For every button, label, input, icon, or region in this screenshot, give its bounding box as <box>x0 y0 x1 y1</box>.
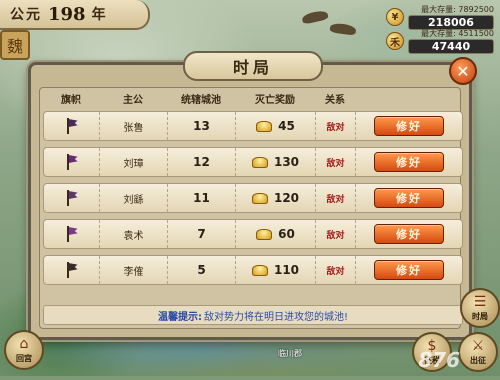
coin-resource: ¥ 最大存量: 7892500 218006 <box>386 4 494 30</box>
faction-seal-icon[interactable]: 魏 <box>0 30 30 60</box>
flag-icon <box>66 262 77 278</box>
watermark: 876 <box>418 348 460 372</box>
town-label: 临川郡 <box>278 349 302 358</box>
reward-value: 120 <box>273 191 300 205</box>
lord-name: 袁术 <box>123 230 144 242</box>
table-row: 刘璋 12 130 敌对 修好 <box>43 147 463 177</box>
situation-dialog: 时局 ✕ 旗帜 主公 统辖城池 灭亡奖励 关系 张鲁 13 45 敌对 修好 刘… <box>28 51 477 340</box>
reconcile-button[interactable]: 修好 <box>374 152 444 172</box>
palace-icon: ⌂ <box>19 335 29 352</box>
march-button[interactable]: ⚔ 出征 <box>458 332 498 372</box>
grain-icon: 禾 <box>386 32 404 50</box>
reward-value: 60 <box>278 227 295 241</box>
header-reward: 灭亡奖励 <box>255 95 295 106</box>
coin-capacity: 最大存量: 7892500 <box>421 5 494 14</box>
situation-button[interactable]: ☰ 时局 <box>460 288 500 328</box>
flag-icon <box>66 226 77 242</box>
gold-ingot-icon <box>256 120 273 132</box>
grain-value: 47440 <box>408 39 494 54</box>
table-row: 袁术 7 60 敌对 修好 <box>43 219 463 249</box>
city-count: 7 <box>197 227 206 241</box>
header-flag: 旗帜 <box>61 95 81 106</box>
reconcile-button[interactable]: 修好 <box>374 260 444 280</box>
tip-text: 敌对势力将在明日进攻您的城池! <box>203 311 348 323</box>
table-header: 旗帜 主公 统辖城池 灭亡奖励 关系 <box>43 91 463 107</box>
reward-value: 130 <box>273 155 300 169</box>
return-palace-label: 回宫 <box>16 353 32 363</box>
gold-ingot-icon <box>251 192 268 204</box>
situation-icon: ☰ <box>473 293 487 310</box>
table-row: 张鲁 13 45 敌对 修好 <box>43 111 463 141</box>
relation-status: 敌对 <box>326 230 345 241</box>
header-relation: 关系 <box>325 95 345 106</box>
city-count: 13 <box>193 119 210 133</box>
reconcile-button[interactable]: 修好 <box>374 116 444 136</box>
relation-status: 敌对 <box>326 266 345 277</box>
reward-value: 110 <box>273 263 300 277</box>
city-count: 11 <box>193 191 210 205</box>
coin-icon: ¥ <box>386 8 404 26</box>
era-prefix: 公元 <box>10 7 42 23</box>
header-cities: 统辖城池 <box>181 95 221 106</box>
lord-name: 李傕 <box>123 266 144 278</box>
flag-icon <box>66 154 77 170</box>
table-row: 刘繇 11 120 敌对 修好 <box>43 183 463 213</box>
city-count: 12 <box>193 155 210 169</box>
march-label: 出征 <box>470 355 486 365</box>
dialog-title-plate: 时局 <box>183 51 323 81</box>
reconcile-button[interactable]: 修好 <box>374 224 444 244</box>
lord-name: 张鲁 <box>123 122 144 134</box>
flag-icon <box>66 118 77 134</box>
flag-icon <box>66 190 77 206</box>
relation-status: 敌对 <box>326 122 345 133</box>
seal-glyph: 魏 <box>6 37 23 56</box>
lord-name: 刘繇 <box>123 194 144 206</box>
year-number: 198 <box>48 3 86 25</box>
grain-capacity: 最大存量: 4511500 <box>421 29 494 38</box>
relation-status: 敌对 <box>326 158 345 169</box>
situation-label: 时局 <box>472 311 488 321</box>
dialog-title: 时局 <box>232 58 273 77</box>
relation-status: 敌对 <box>326 194 345 205</box>
tip-bar: 温馨提示: 敌对势力将在明日进攻您的城池! <box>43 305 463 325</box>
return-palace-button[interactable]: ⌂ 回宫 <box>4 330 44 370</box>
close-button[interactable]: ✕ <box>449 57 477 85</box>
year-suffix: 年 <box>91 7 108 23</box>
gold-ingot-icon <box>251 156 268 168</box>
lord-name: 刘璋 <box>123 158 144 170</box>
header-lord: 主公 <box>123 95 143 106</box>
gold-ingot-icon <box>256 228 273 240</box>
city-count: 5 <box>197 263 206 277</box>
date-plate: 公元 198 年 <box>0 0 150 30</box>
gold-ingot-icon <box>251 264 268 276</box>
sword-icon: ⚔ <box>471 337 485 354</box>
table-row: 李傕 5 110 敌对 修好 <box>43 255 463 285</box>
lords-table: 张鲁 13 45 敌对 修好 刘璋 12 130 敌对 修好 刘繇 11 120… <box>43 111 463 291</box>
reward-value: 45 <box>278 119 295 133</box>
grain-resource: 禾 最大存量: 4511500 47440 <box>386 28 494 54</box>
reconcile-button[interactable]: 修好 <box>374 188 444 208</box>
close-icon: ✕ <box>456 61 470 81</box>
tip-label: 温馨提示: <box>157 311 202 323</box>
